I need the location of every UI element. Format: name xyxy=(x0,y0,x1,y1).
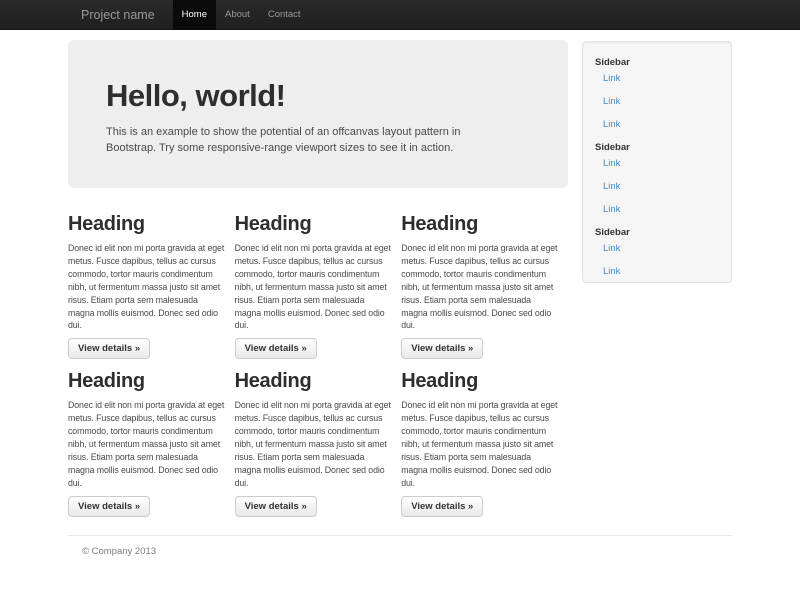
view-details-button[interactable]: View details » xyxy=(235,496,317,517)
cards-row-1: Heading Donec id elit non mi porta gravi… xyxy=(68,214,568,359)
footer-divider xyxy=(68,535,732,536)
card-4: Heading Donec id elit non mi porta gravi… xyxy=(68,371,235,516)
sidebar-link[interactable]: Link xyxy=(595,243,719,254)
sidebar-well: Sidebar Link Link Link Sidebar Link Link… xyxy=(582,41,732,283)
nav-item-contact[interactable]: Contact xyxy=(259,0,310,30)
nav-item-about[interactable]: About xyxy=(216,0,259,30)
nav-item-home[interactable]: Home xyxy=(173,0,216,30)
page-footer: © Company 2013 xyxy=(68,546,732,557)
cards-row-2: Heading Donec id elit non mi porta gravi… xyxy=(68,371,568,516)
card-heading: Heading xyxy=(401,214,562,235)
card-5: Heading Donec id elit non mi porta gravi… xyxy=(235,371,402,516)
sidebar-heading-3: Sidebar xyxy=(595,227,719,238)
card-6: Heading Donec id elit non mi porta gravi… xyxy=(401,371,568,516)
sidebar-heading-2: Sidebar xyxy=(595,142,719,153)
sidebar-link[interactable]: Link xyxy=(595,96,719,107)
sidebar-link[interactable]: Link xyxy=(595,181,719,192)
card-1: Heading Donec id elit non mi porta gravi… xyxy=(68,214,235,359)
view-details-button[interactable]: View details » xyxy=(235,338,317,359)
top-navbar: Project name Home About Contact xyxy=(0,0,800,30)
card-heading: Heading xyxy=(235,371,396,392)
card-body-text: Donec id elit non mi porta gravida at eg… xyxy=(401,242,562,332)
card-heading: Heading xyxy=(68,214,229,235)
sidebar-link[interactable]: Link xyxy=(595,204,719,215)
jumbotron-title: Hello, world! xyxy=(106,78,530,114)
card-body-text: Donec id elit non mi porta gravida at eg… xyxy=(235,242,396,332)
view-details-button[interactable]: View details » xyxy=(68,338,150,359)
navbar-brand[interactable]: Project name xyxy=(68,0,165,30)
sidebar-link[interactable]: Link xyxy=(595,266,719,277)
main-column: Hello, world! This is an example to show… xyxy=(68,40,568,529)
sidebar-link[interactable]: Link xyxy=(595,158,719,169)
jumbotron-text: This is an example to show the potential… xyxy=(106,124,530,156)
card-body-text: Donec id elit non mi porta gravida at eg… xyxy=(235,399,396,489)
sidebar-column: Sidebar Link Link Link Sidebar Link Link… xyxy=(582,40,732,529)
card-heading: Heading xyxy=(235,214,396,235)
card-3: Heading Donec id elit non mi porta gravi… xyxy=(401,214,568,359)
view-details-button[interactable]: View details » xyxy=(401,338,483,359)
card-heading: Heading xyxy=(68,371,229,392)
copyright-text: © Company 2013 xyxy=(68,546,732,557)
card-body-text: Donec id elit non mi porta gravida at eg… xyxy=(68,399,229,489)
view-details-button[interactable]: View details » xyxy=(401,496,483,517)
view-details-button[interactable]: View details » xyxy=(68,496,150,517)
sidebar-link[interactable]: Link xyxy=(595,73,719,84)
card-heading: Heading xyxy=(401,371,562,392)
sidebar-link[interactable]: Link xyxy=(595,119,719,130)
card-2: Heading Donec id elit non mi porta gravi… xyxy=(235,214,402,359)
navbar-menu: Home About Contact xyxy=(173,0,310,30)
card-body-text: Donec id elit non mi porta gravida at eg… xyxy=(401,399,562,489)
card-body-text: Donec id elit non mi porta gravida at eg… xyxy=(68,242,229,332)
sidebar-heading-1: Sidebar xyxy=(595,57,719,68)
jumbotron: Hello, world! This is an example to show… xyxy=(68,40,568,188)
